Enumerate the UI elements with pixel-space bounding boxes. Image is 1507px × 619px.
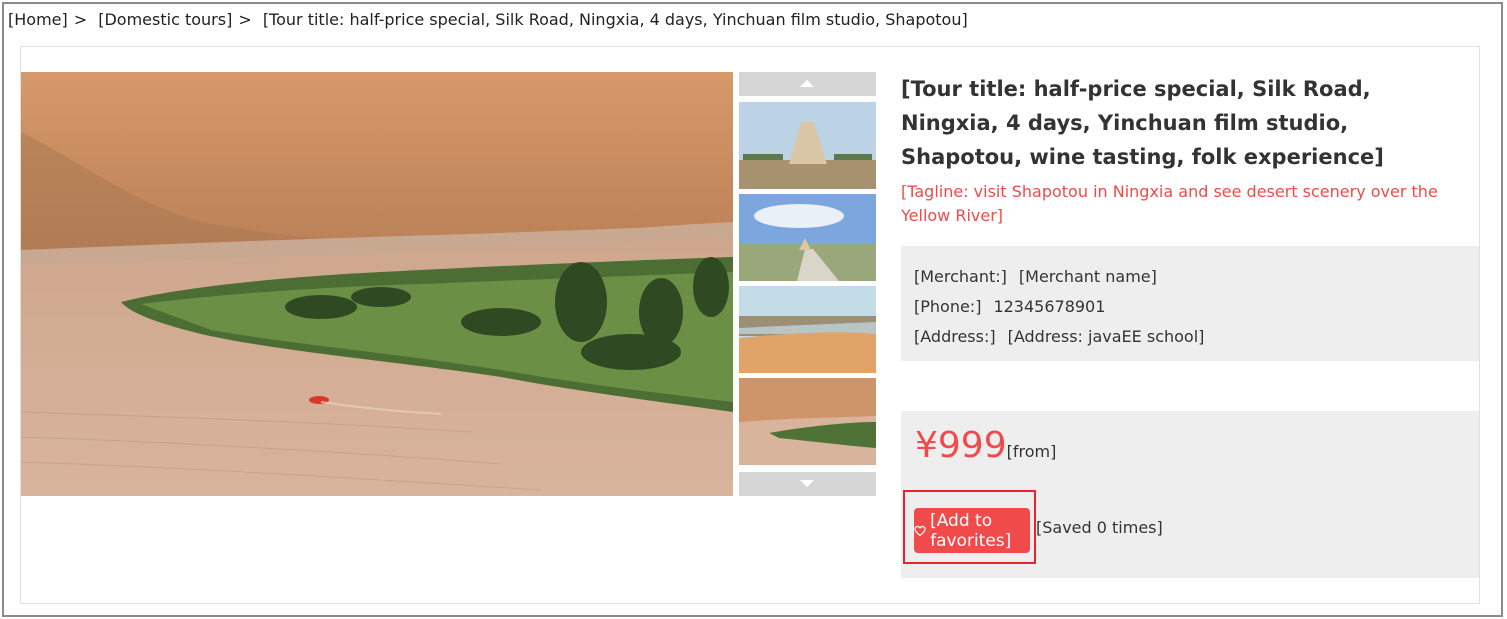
yellow-river-desert-thumbnail[interactable] [739, 378, 876, 465]
favorite-button-label: [Add to favorites] [930, 510, 1012, 551]
price: ¥999[from] [915, 425, 1056, 466]
seller-value: [Merchant name] [1018, 267, 1157, 286]
main-product-image [21, 72, 733, 496]
product-title: [Tour title: half-price special, Silk Ro… [901, 77, 1384, 169]
add-favorite-button[interactable]: [Add to favorites] [914, 508, 1030, 553]
thumbnail-strip [739, 72, 876, 496]
phone-value: 12345678901 [993, 297, 1106, 316]
phone-label: [Phone:] [914, 297, 982, 316]
breadcrumb-current: [Tour title: half-price special, Silk Ro… [262, 10, 968, 29]
product-info: [Tour title: half-price special, Silk Ro… [901, 72, 1479, 228]
arrow-up-icon[interactable] [739, 72, 876, 96]
seller-label: [Merchant:] [914, 267, 1007, 286]
favorite-count: [Saved 0 times] [1036, 518, 1163, 537]
western-xia-tomb-thumbnail[interactable] [739, 102, 876, 189]
breadcrumb: [Home] > [Domestic tours] > [Tour title: h… [8, 10, 974, 29]
product-subtitle: [Tagline: visit Shapotou in Ningxia and … [901, 182, 1438, 225]
merchant-phone-row: [Phone:] 12345678901 [914, 292, 1479, 322]
heart-icon [914, 525, 926, 536]
address-value: [Address: javaEE school] [1007, 327, 1205, 346]
price-currency: ¥ [915, 425, 938, 466]
desert-dunes-river-thumbnail[interactable] [739, 286, 876, 373]
breadcrumb-home[interactable]: [Home] [8, 10, 68, 29]
merchant-address-row: [Address:] [Address: javaEE school] [914, 322, 1479, 352]
breadcrumb-separator: > [238, 10, 252, 29]
address-label: [Address:] [914, 327, 996, 346]
arrow-down-icon[interactable] [739, 472, 876, 496]
merchant-info: [Merchant:] [Merchant name] [Phone:] 12345… [901, 246, 1479, 361]
breadcrumb-separator: > [73, 10, 88, 29]
merchant-seller-row: [Merchant:] [Merchant name] [914, 262, 1479, 292]
price-suffix: [from] [1006, 442, 1057, 461]
price-amount: 999 [937, 425, 1007, 466]
western-xia-tomb-road-thumbnail[interactable] [739, 194, 876, 281]
breadcrumb-category[interactable]: [Domestic tours] [98, 10, 232, 29]
